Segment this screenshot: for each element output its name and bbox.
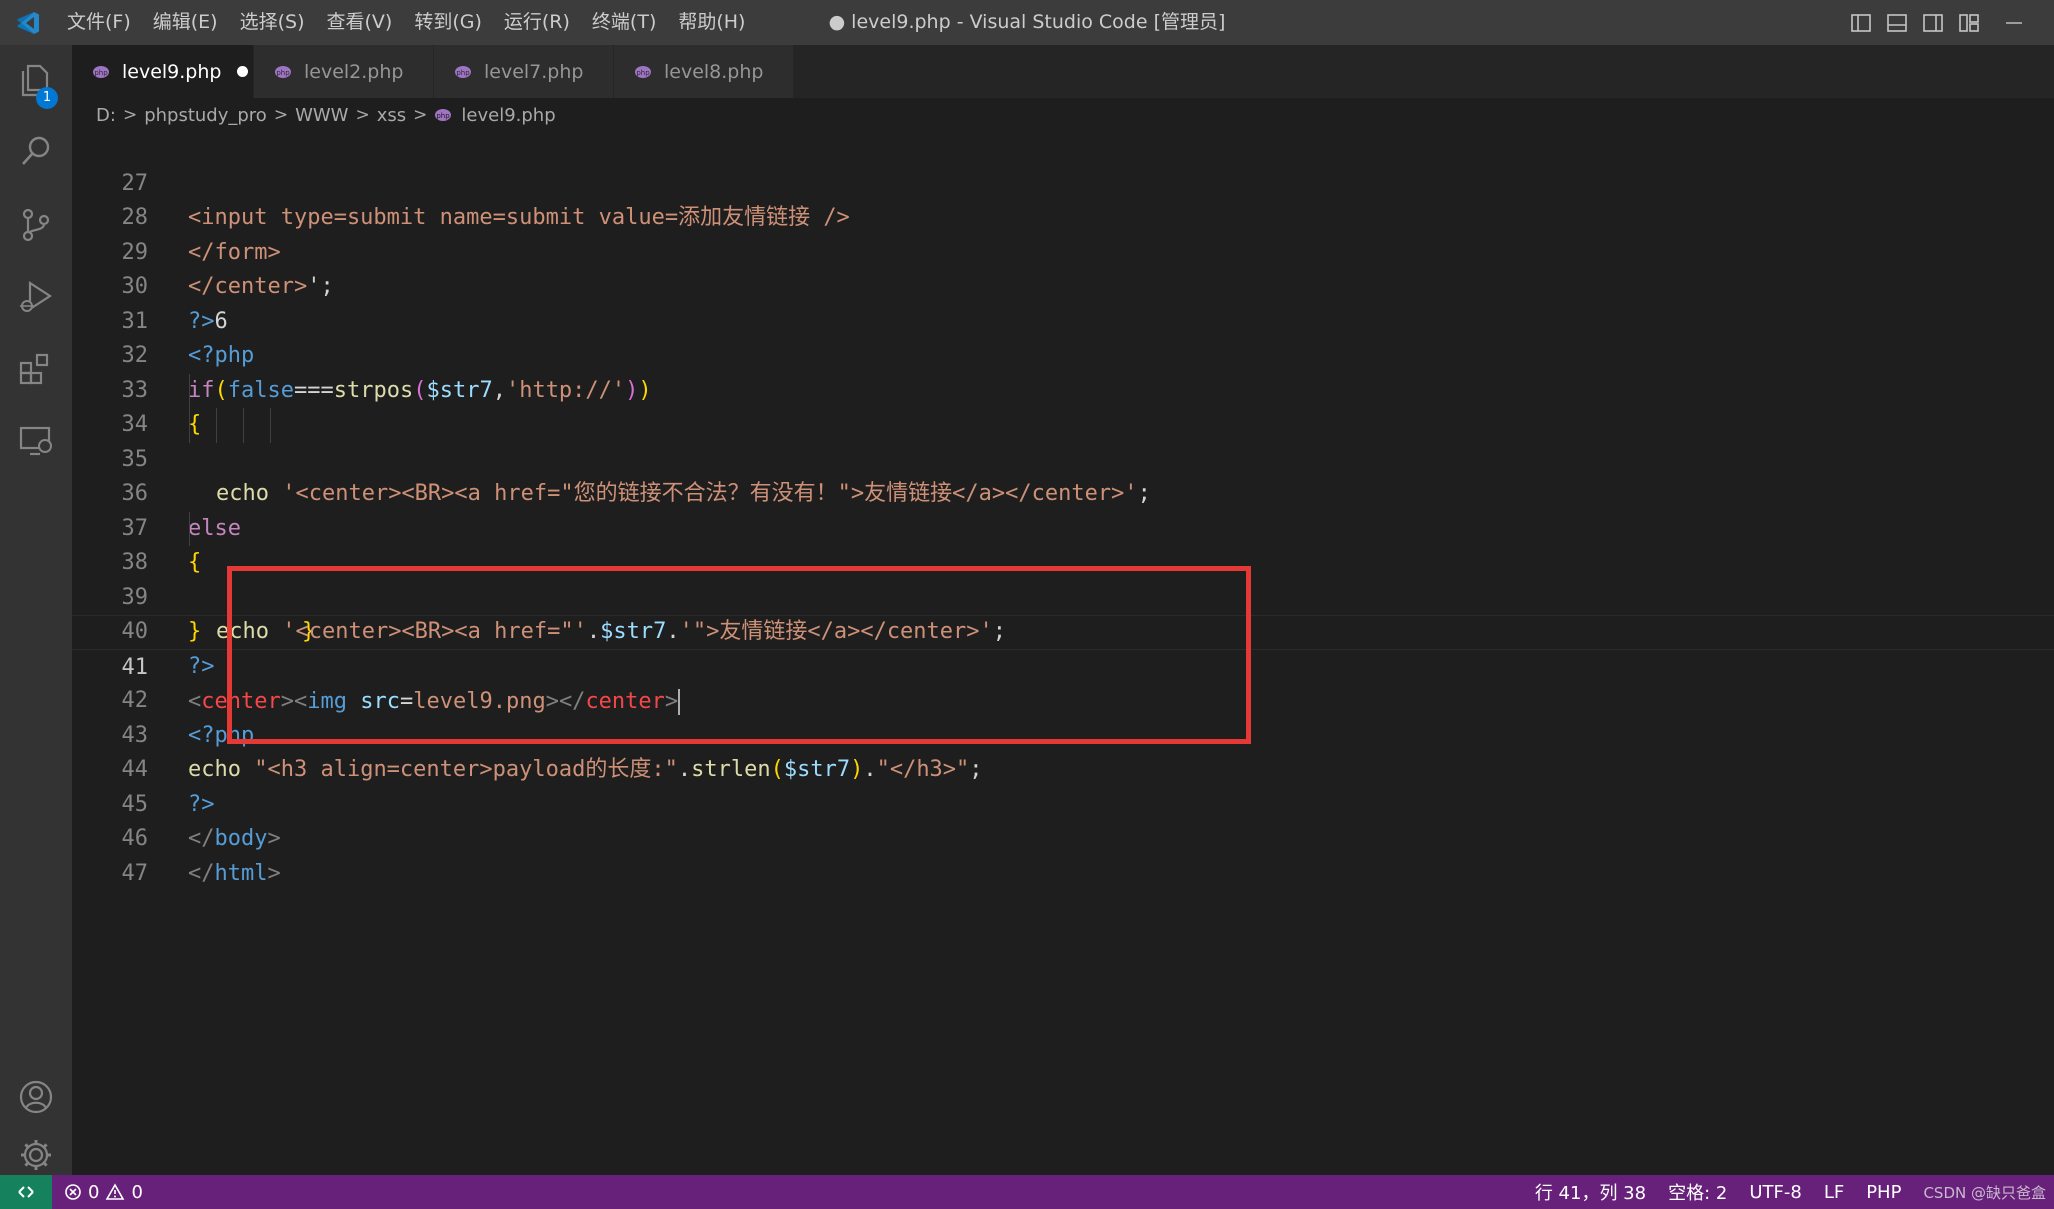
menu-bar: 文件(F) 编辑(E) 选择(S) 查看(V) 转到(G) 运行(R) 终端(T… — [56, 0, 756, 45]
annotation-highlight-box — [227, 566, 1251, 744]
menu-file[interactable]: 文件(F) — [56, 0, 142, 45]
code-line: 29 </center>'; — [72, 201, 2054, 300]
warning-icon — [106, 1183, 125, 1200]
problems-indicator[interactable]: 0 0 — [64, 1182, 143, 1203]
vscode-logo-icon[interactable] — [0, 0, 56, 45]
svg-text:php: php — [437, 112, 451, 120]
window-controls — [1850, 0, 2034, 45]
breadcrumb-item[interactable]: phpstudy_pro — [144, 105, 267, 126]
error-icon — [65, 1184, 81, 1200]
cursor-position[interactable]: 行 41，列 38 — [1535, 1179, 1646, 1205]
indentation-setting[interactable]: 空格: 2 — [1668, 1179, 1727, 1205]
php-file-icon: php — [635, 65, 651, 78]
php-file-icon: php — [93, 65, 109, 78]
chevron-right-icon: > — [273, 105, 289, 125]
eol-setting[interactable]: LF — [1824, 1182, 1844, 1203]
code-line: 47 — [72, 822, 2054, 886]
remote-indicator-icon[interactable] — [0, 1175, 52, 1209]
breadcrumb-item[interactable]: level9.php — [461, 105, 555, 126]
chevron-right-icon: > — [122, 105, 138, 125]
php-file-icon: php — [455, 65, 471, 78]
code-line: 27 <input type=submit name=submit value=… — [72, 132, 2054, 231]
tab-level2[interactable]: php level2.php — [254, 45, 434, 98]
explorer-icon[interactable]: 1 — [0, 49, 72, 109]
menu-terminal[interactable]: 终端(T) — [581, 0, 667, 45]
tab-label: level2.php — [304, 60, 404, 83]
activity-bar: 1 — [0, 45, 72, 1175]
indent-guide — [189, 408, 190, 443]
code-line: 46 </html> — [72, 788, 2054, 886]
php-file-icon: php — [435, 109, 452, 121]
encoding-setting[interactable]: UTF-8 — [1749, 1182, 1801, 1203]
toggle-primary-sidebar-icon[interactable] — [1850, 13, 1872, 33]
menu-view[interactable]: 查看(V) — [316, 0, 404, 45]
code-line: 32 if(false===strpos($str7,'http://')) — [72, 305, 2054, 403]
code-editor[interactable]: 27 <input type=submit name=submit value=… — [72, 132, 2054, 1175]
indent-guide — [270, 408, 271, 443]
search-icon[interactable] — [0, 121, 72, 181]
indent-guide — [189, 373, 190, 408]
unsaved-dot-icon[interactable] — [237, 66, 249, 77]
breadcrumb-item[interactable]: D: — [96, 105, 116, 126]
toggle-panel-icon[interactable] — [1886, 13, 1908, 33]
code-line: 31 <?php — [72, 270, 2054, 369]
code-line: 36 else — [72, 443, 2054, 541]
svg-text:php: php — [276, 69, 290, 77]
title-bar: 文件(F) 编辑(E) 选择(S) 查看(V) 转到(G) 运行(R) 终端(T… — [0, 0, 2054, 45]
tab-label: level7.php — [484, 60, 584, 83]
menu-help[interactable]: 帮助(H) — [667, 0, 756, 45]
warning-count: 0 — [131, 1181, 143, 1203]
svg-text:php: php — [456, 69, 470, 77]
code-token: html — [214, 860, 268, 886]
tab-level8[interactable]: php level8.php — [614, 45, 794, 98]
explorer-badge: 1 — [36, 87, 58, 109]
minimize-window-icon[interactable] — [1994, 13, 2034, 33]
source-control-icon[interactable] — [0, 195, 72, 255]
accounts-icon[interactable] — [0, 1067, 72, 1127]
code-line: 45 </body> — [72, 753, 2054, 852]
chevron-right-icon: > — [413, 105, 428, 125]
tab-label: level9.php — [122, 60, 222, 83]
editor-tab-bar: php level9.php php level2.php php level7… — [72, 45, 2054, 98]
chevron-right-icon: > — [355, 105, 370, 125]
code-line: 37 { — [72, 477, 2054, 576]
status-bar-right: 行 41，列 38 空格: 2 UTF-8 LF PHP CSDN @缺只爸盒 — [1535, 1175, 2054, 1209]
line-number: 47 — [121, 860, 149, 886]
language-mode[interactable]: PHP — [1866, 1182, 1901, 1203]
status-bar: 0 0 行 41，列 38 空格: 2 UTF-8 LF PHP CSDN @缺… — [0, 1175, 2054, 1209]
watermark-text: CSDN @缺只爸盒 — [1923, 1183, 2046, 1202]
svg-text:php: php — [636, 69, 650, 77]
error-count: 0 — [88, 1181, 100, 1203]
breadcrumb-item[interactable]: WWW — [295, 105, 348, 126]
svg-text:php: php — [94, 69, 108, 77]
code-line: 38 echo '<center><BR><a href="'.$str7.'"… — [72, 511, 2054, 644]
indent-guide — [243, 408, 244, 443]
indent-guide — [189, 511, 190, 546]
tab-level7[interactable]: php level7.php — [434, 45, 614, 98]
customize-layout-icon[interactable] — [1958, 13, 1980, 33]
tab-level9[interactable]: php level9.php — [72, 45, 254, 98]
run-debug-icon[interactable] — [0, 267, 72, 327]
menu-run[interactable]: 运行(R) — [493, 0, 581, 45]
toggle-secondary-sidebar-icon[interactable] — [1922, 13, 1944, 33]
php-file-icon: php — [275, 65, 291, 78]
indent-guide — [216, 408, 217, 443]
remote-explorer-icon[interactable] — [0, 411, 72, 471]
code-line: 28 </form> — [72, 167, 2054, 265]
code-line: 33 { — [72, 339, 2054, 438]
code-line: 35 } — [72, 408, 2054, 644]
extensions-icon[interactable] — [0, 339, 72, 399]
breadcrumb: D: > phpstudy_pro > WWW > xss > php leve… — [72, 98, 2054, 132]
menu-go[interactable]: 转到(G) — [403, 0, 493, 45]
menu-selection[interactable]: 选择(S) — [229, 0, 316, 45]
menu-edit[interactable]: 编辑(E) — [142, 0, 229, 45]
tab-label: level8.php — [664, 60, 764, 83]
code-token: > — [267, 860, 281, 886]
code-line: 34 echo '<center><BR><a href="您的链接不合法？有没… — [72, 373, 2054, 506]
code-line: 30 ?>6 — [72, 236, 2054, 334]
code-token: </ — [188, 860, 215, 886]
breadcrumb-item[interactable]: xss — [377, 105, 406, 126]
